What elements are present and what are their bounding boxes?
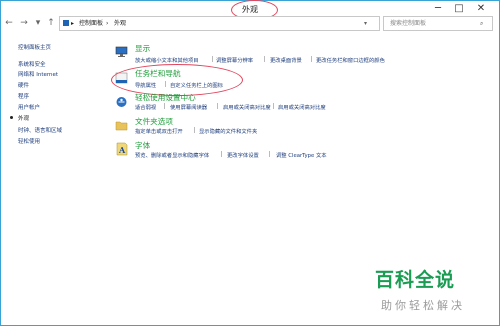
link-screen-resolution[interactable]: 调整屏幕分辨率 xyxy=(216,56,253,64)
display-icon xyxy=(115,43,128,57)
sidebar-item-programs[interactable]: 程序 xyxy=(18,92,29,100)
address-root-chevron[interactable]: ▸ xyxy=(71,17,74,30)
back-button[interactable]: ← xyxy=(4,17,14,29)
link-separator xyxy=(217,103,218,109)
link-low-vision[interactable]: 适合弱视 xyxy=(135,103,156,111)
watermark-subtitle: 助你轻松解决 xyxy=(381,299,465,312)
up-button[interactable]: ↑ xyxy=(46,17,56,29)
sidebar-item-user-accounts[interactable]: 用户帐户 xyxy=(18,103,40,111)
category-title-display[interactable]: 显示 xyxy=(135,43,150,54)
close-button[interactable]: ✕ xyxy=(473,2,489,16)
sidebar-item-appearance[interactable]: 外观 xyxy=(18,114,29,122)
sidebar-item-ease-of-access[interactable]: 轻松使用 xyxy=(18,137,40,145)
link-separator xyxy=(212,56,213,62)
category-title-fonts[interactable]: 字体 xyxy=(135,140,150,151)
watermark-title: 百科全说 xyxy=(375,269,456,291)
sidebar-item-network[interactable]: 网络和 Internet xyxy=(18,70,58,78)
link-show-hidden-files[interactable]: 显示隐藏的文件和文件夹 xyxy=(199,127,257,135)
svg-text:A: A xyxy=(118,145,126,155)
ease-of-access-icon xyxy=(115,93,128,107)
link-desktop-background[interactable]: 更改桌面背景 xyxy=(270,56,302,64)
sidebar-item-hardware[interactable]: 硬件 xyxy=(18,81,29,89)
breadcrumb-control-panel[interactable]: 控制面板 xyxy=(79,17,103,30)
active-bullet-icon xyxy=(10,116,13,119)
link-separator xyxy=(273,103,274,109)
recent-dropdown-button[interactable]: ▾ xyxy=(33,17,43,29)
minimize-button[interactable]: ─ xyxy=(430,2,446,16)
sidebar-item-system-security[interactable]: 系统和安全 xyxy=(18,60,46,68)
breadcrumb-chevron[interactable]: › xyxy=(106,17,108,30)
address-dropdown-icon[interactable]: ▾ xyxy=(364,17,367,30)
search-placeholder: 搜索控制面板 xyxy=(390,20,427,27)
link-screen-reader[interactable]: 使用屏幕阅读器 xyxy=(170,103,207,111)
link-separator xyxy=(311,56,312,62)
forward-button[interactable]: → xyxy=(19,17,29,29)
link-high-contrast-2[interactable]: 启用或关闭高对比度 xyxy=(278,103,326,111)
category-title-folder-options[interactable]: 文件夹选项 xyxy=(135,116,173,127)
link-single-double-click[interactable]: 指定单击或双击打开 xyxy=(135,127,183,135)
folder-icon xyxy=(115,116,128,131)
link-font-settings[interactable]: 更改字体设置 xyxy=(227,151,259,159)
sidebar-item-clock-language[interactable]: 时钟、语言和区域 xyxy=(18,126,62,134)
address-bar[interactable]: ▸ 控制面板 › 外观 ▾ xyxy=(59,16,380,31)
link-cleartype[interactable]: 调整 ClearType 文本 xyxy=(276,151,327,159)
category-title-ease-of-access[interactable]: 轻松使用设置中心 xyxy=(135,92,196,103)
link-separator xyxy=(194,127,195,133)
control-panel-icon xyxy=(63,20,69,26)
link-zoom-text[interactable]: 放大或缩小文本和其他项目 xyxy=(135,56,199,64)
link-separator xyxy=(269,151,270,157)
link-separator xyxy=(264,56,265,62)
fonts-icon: A xyxy=(115,141,128,156)
link-separator xyxy=(164,103,165,109)
breadcrumb-appearance[interactable]: 外观 xyxy=(114,17,126,30)
link-high-contrast[interactable]: 启用或关闭高对比度 xyxy=(223,103,271,111)
search-icon[interactable]: ⌕ xyxy=(480,17,483,30)
sidebar-item-home[interactable]: 控制面板主页 xyxy=(18,43,51,51)
link-taskbar-color[interactable]: 更改任务栏和窗口边框的颜色 xyxy=(316,56,385,64)
maximize-button[interactable]: □ xyxy=(451,2,467,16)
search-input[interactable]: 搜索控制面板 ⌕ xyxy=(383,16,493,31)
link-separator xyxy=(221,151,222,157)
link-preview-fonts[interactable]: 预览、删除或者显示和隐藏字体 xyxy=(135,151,209,159)
